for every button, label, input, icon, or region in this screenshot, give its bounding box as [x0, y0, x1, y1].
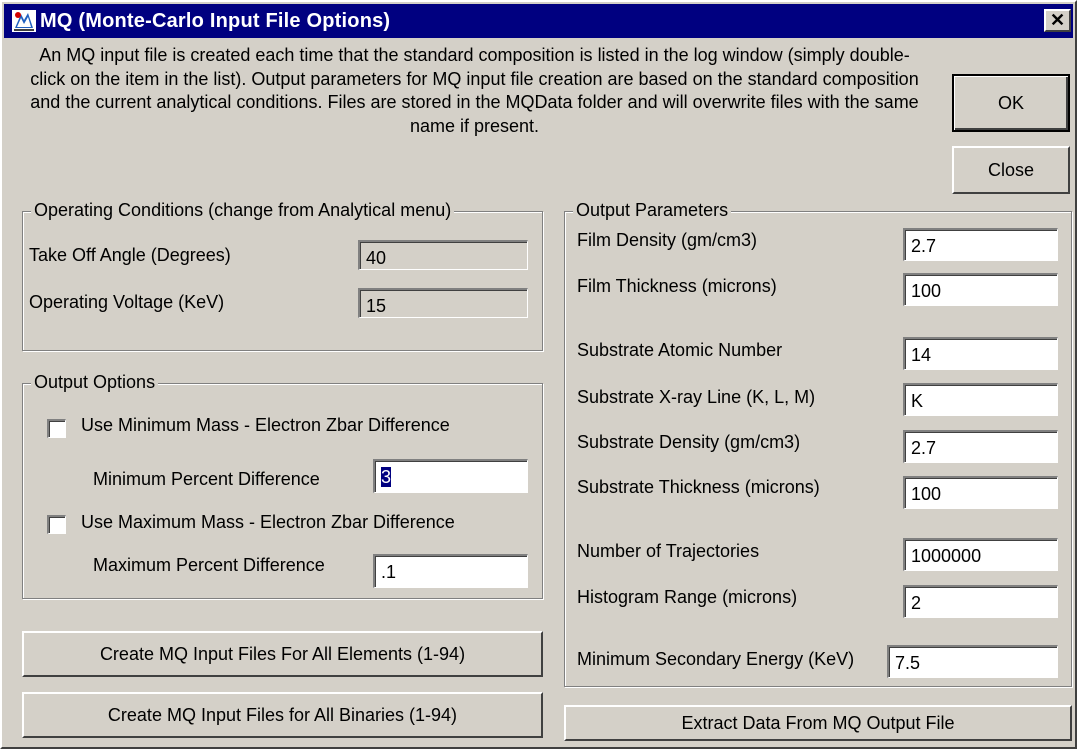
maximum-percent-field[interactable]: .1 — [373, 554, 528, 588]
substrate-xray-line-field[interactable]: K — [903, 383, 1058, 416]
substrate-atomic-number-label: Substrate Atomic Number — [577, 340, 783, 360]
minimum-percent-label: Minimum Percent Difference — [93, 469, 320, 489]
create-all-elements-button[interactable]: Create MQ Input Files For All Elements (… — [22, 631, 543, 677]
dialog-window: MQ (Monte-Carlo Input File Options) ✕ An… — [0, 0, 1077, 749]
min-secondary-energy-label: Minimum Secondary Energy (KeV) — [577, 649, 855, 669]
operating-conditions-legend: Operating Conditions (change from Analyt… — [31, 200, 455, 221]
minimum-percent-field[interactable]: 3 — [373, 459, 528, 493]
output-parameters-group: Output Parameters Film Density (gm/cm3) … — [564, 200, 1072, 687]
trajectories-label: Number of Trajectories — [577, 541, 760, 561]
min-secondary-energy-field[interactable]: 7.5 — [887, 645, 1058, 678]
substrate-density-field[interactable]: 2.7 — [903, 430, 1058, 463]
window-title: MQ (Monte-Carlo Input File Options) — [40, 10, 391, 32]
take-off-angle-label: Take Off Angle (Degrees) — [29, 245, 231, 265]
trajectories-field[interactable]: 1000000 — [903, 538, 1058, 571]
title-bar[interactable]: MQ (Monte-Carlo Input File Options) ✕ — [4, 4, 1073, 38]
minimum-percent-value: 3 — [381, 467, 392, 487]
film-thickness-label: Film Thickness (microns) — [577, 276, 777, 296]
extract-data-button[interactable]: Extract Data From MQ Output File — [564, 705, 1072, 741]
output-options-legend: Output Options — [31, 372, 159, 393]
use-maximum-checkbox[interactable] — [47, 515, 66, 534]
film-thickness-field[interactable]: 100 — [903, 273, 1058, 306]
create-all-binaries-button[interactable]: Create MQ Input Files for All Binaries (… — [22, 692, 543, 738]
film-density-label: Film Density (gm/cm3) — [577, 230, 758, 250]
take-off-angle-field: 40 — [358, 240, 528, 270]
substrate-atomic-number-field[interactable]: 14 — [903, 337, 1058, 370]
ok-button[interactable]: OK — [952, 74, 1070, 132]
output-options-group: Output Options Use Minimum Mass - Electr… — [22, 372, 543, 599]
app-icon — [12, 10, 36, 32]
substrate-thickness-label: Substrate Thickness (microns) — [577, 477, 820, 497]
output-parameters-legend: Output Parameters — [573, 200, 732, 221]
operating-voltage-field: 15 — [358, 288, 528, 318]
close-icon[interactable]: ✕ — [1044, 9, 1071, 32]
description-text: An MQ input file is created each time th… — [30, 45, 919, 136]
film-density-field[interactable]: 2.7 — [903, 228, 1058, 261]
histogram-range-label: Histogram Range (microns) — [577, 587, 798, 607]
maximum-percent-label: Maximum Percent Difference — [93, 555, 325, 575]
use-maximum-label[interactable]: Use Maximum Mass - Electron Zbar Differe… — [81, 512, 455, 533]
substrate-thickness-field[interactable]: 100 — [903, 476, 1058, 509]
substrate-xray-line-label: Substrate X-ray Line (K, L, M) — [577, 387, 816, 407]
use-minimum-label[interactable]: Use Minimum Mass - Electron Zbar Differe… — [81, 415, 450, 436]
operating-conditions-group: Operating Conditions (change from Analyt… — [22, 200, 543, 351]
use-minimum-checkbox[interactable] — [47, 419, 66, 438]
substrate-density-label: Substrate Density (gm/cm3) — [577, 432, 801, 452]
histogram-range-field[interactable]: 2 — [903, 585, 1058, 618]
close-button[interactable]: Close — [952, 146, 1070, 194]
operating-voltage-label: Operating Voltage (KeV) — [29, 292, 225, 312]
